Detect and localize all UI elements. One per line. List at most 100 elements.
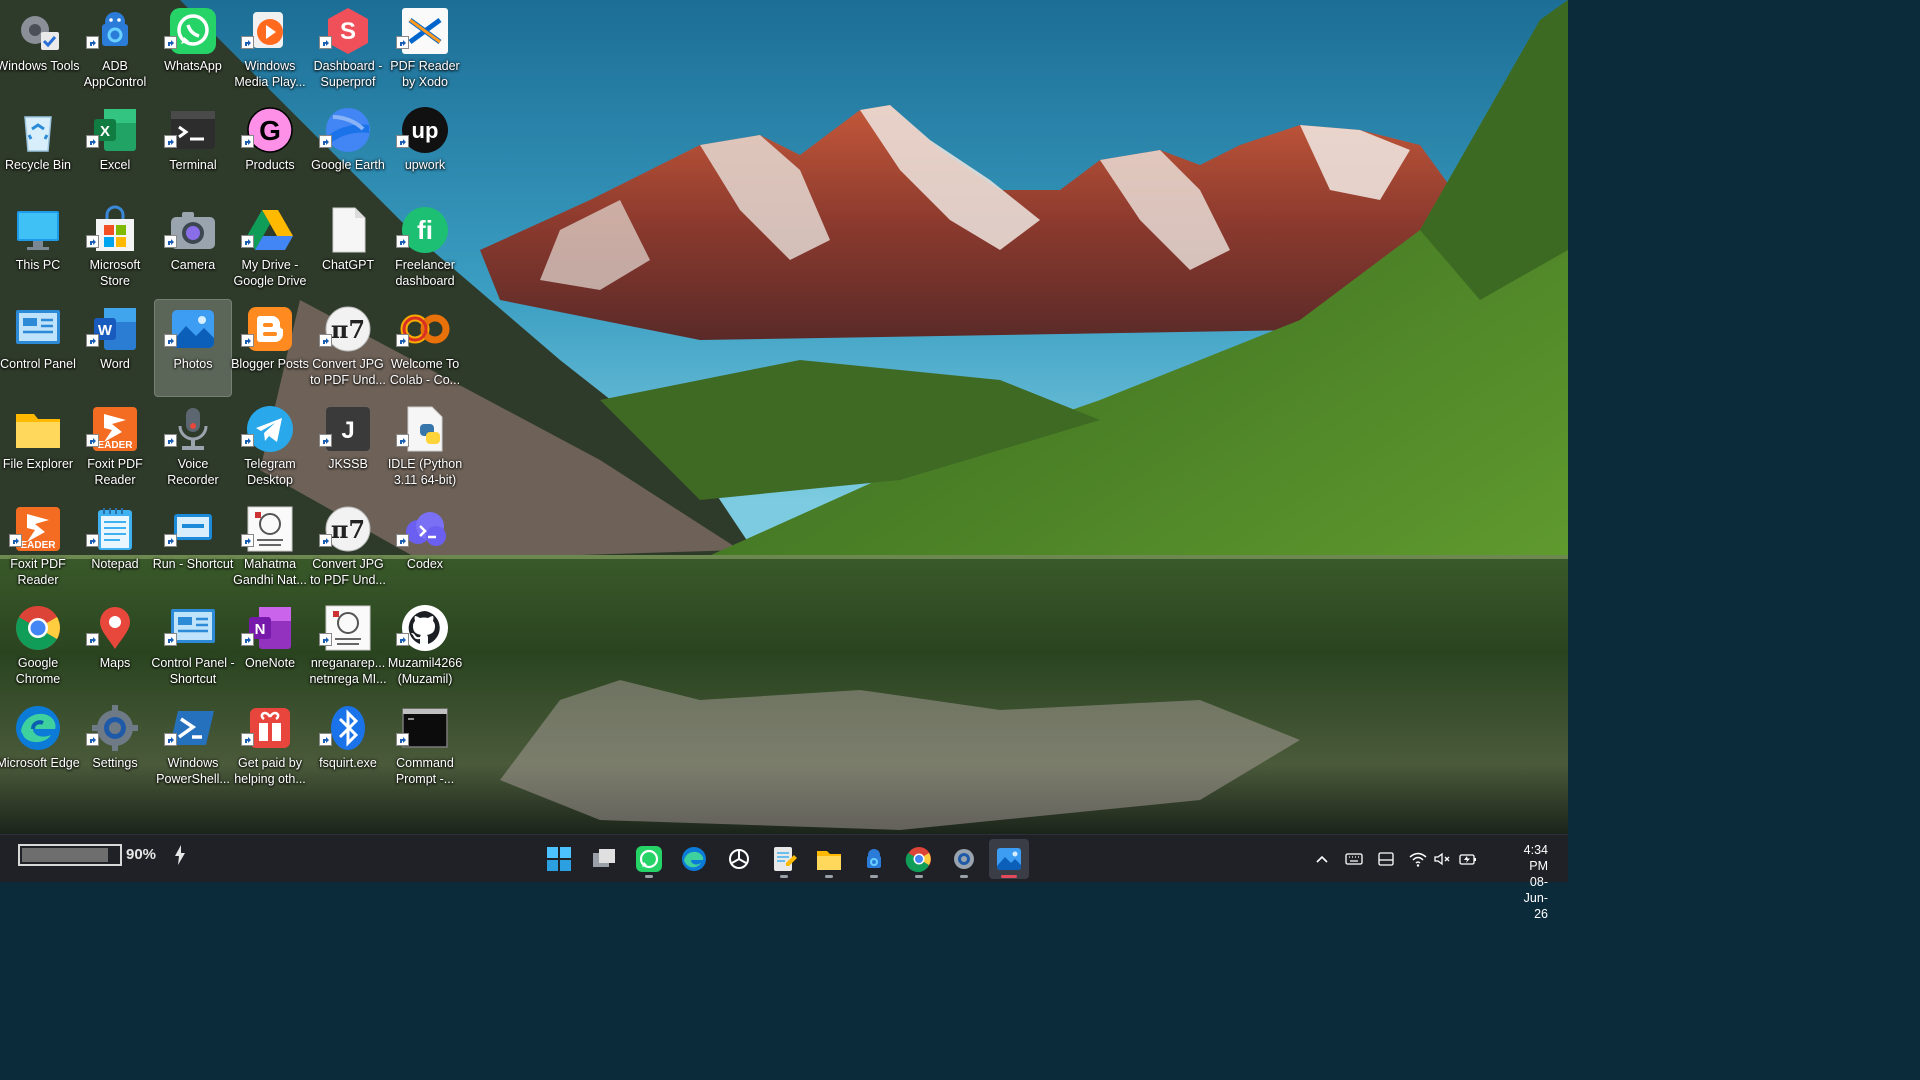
chatgpt-taskbar[interactable] <box>719 839 759 879</box>
shortcut-arrow-icon <box>164 235 177 248</box>
shortcut-arrow-icon <box>164 434 177 447</box>
chrome-taskbar[interactable] <box>899 839 939 879</box>
desktop-icon-excel[interactable]: X Excel <box>77 101 153 197</box>
clock-date: 08-Jun-26 <box>1523 875 1548 921</box>
desktop-icon-foxit-pdf-reader[interactable]: EADER Foxit PDF Reader <box>77 400 153 496</box>
desktop-icon-convert-jpg-to-pdf-und[interactable]: π7 Convert JPG to PDF Und... <box>310 300 386 396</box>
show-hidden-icons-chevron-icon[interactable] <box>1312 849 1332 869</box>
desktop-icon-label: Notepad <box>91 557 139 571</box>
desktop-icon-notepad[interactable]: Notepad <box>77 500 153 596</box>
desktop-icon-windows-tools[interactable]: Windows Tools <box>0 2 80 98</box>
file-explorer-taskbar[interactable] <box>809 839 849 879</box>
shortcut-arrow-icon <box>164 334 177 347</box>
battery-charging-icon[interactable] <box>1458 849 1478 869</box>
desktop-icon-whatsapp[interactable]: WhatsApp <box>155 2 231 98</box>
whatsapp-taskbar[interactable] <box>629 839 669 879</box>
desktop-icon-word[interactable]: W Word <box>77 300 153 396</box>
desktop-icon-label: Microsoft Edge <box>0 756 80 770</box>
desktop-icon-pdf-reader-by-xodo[interactable]: PDF Reader by Xodo <box>387 2 463 98</box>
desktop-icon-freelancer-dashboard[interactable]: fi Freelancer dashboard <box>387 201 463 297</box>
shortcut-arrow-icon <box>396 135 409 148</box>
desktop-icon-fsquirt-exe[interactable]: fsquirt.exe <box>310 699 386 795</box>
desktop-icon-codex[interactable]: Codex <box>387 500 463 596</box>
desktop-icon-label: Run - Shortcut <box>152 557 234 571</box>
desktop-icon-label: Mahatma Gandhi Nat... <box>233 557 307 587</box>
desktop-icon-foxit-pdf-reader[interactable]: EADER Foxit PDF Reader <box>0 500 76 596</box>
desktop-icon-voice-recorder[interactable]: Voice Recorder <box>155 400 231 496</box>
desktop-icon-muzamil4266-muzamil[interactable]: Muzamil4266 (Muzamil) <box>387 599 463 695</box>
desktop-icon-file-explorer[interactable]: File Explorer <box>0 400 76 496</box>
desktop-icon-adb-appcontrol[interactable]: ADB AppControl <box>77 2 153 98</box>
desktop-icon-recycle-bin[interactable]: Recycle Bin <box>0 101 76 197</box>
desktop-icon-label: Camera <box>170 258 216 272</box>
battery-percent: 90% <box>126 846 157 863</box>
desktop-icon-convert-jpg-to-pdf-und[interactable]: π7 Convert JPG to PDF Und... <box>310 500 386 596</box>
shortcut-arrow-icon <box>164 135 177 148</box>
shortcut-arrow-icon <box>164 534 177 547</box>
desktop-icon-upwork[interactable]: up upwork <box>387 101 463 197</box>
keyboard-icon[interactable] <box>1344 849 1364 869</box>
desktop-icon-maps[interactable]: Maps <box>77 599 153 695</box>
chrome-icon <box>905 847 931 873</box>
desktop-icon-label: Control Panel - Shortcut <box>151 656 235 686</box>
shortcut-arrow-icon <box>164 733 177 746</box>
svg-text:up: up <box>412 118 439 143</box>
desktop-icon-label: IDLE (Python 3.11 64-bit) <box>387 457 463 487</box>
desktop-icon-photos[interactable]: Photos <box>154 299 232 397</box>
shortcut-arrow-icon <box>86 633 99 646</box>
desktop-icon-onenote[interactable]: N OneNote <box>232 599 308 695</box>
desktop-icon-label: Dashboard - Superprof <box>313 59 383 89</box>
adb-taskbar[interactable] <box>854 839 894 879</box>
shortcut-arrow-icon <box>319 434 332 447</box>
shortcut-arrow-icon <box>241 36 254 49</box>
desktop-icon-label: Telegram Desktop <box>244 457 296 487</box>
desktop-icon-windows-media-play[interactable]: Windows Media Play... <box>232 2 308 98</box>
wifi-icon[interactable] <box>1408 849 1428 869</box>
desktop-icon-telegram-desktop[interactable]: Telegram Desktop <box>232 400 308 496</box>
desktop-icon-label: Windows Tools <box>0 59 80 73</box>
desktop-icon-settings[interactable]: Settings <box>77 699 153 795</box>
notepad-taskbar[interactable] <box>764 839 804 879</box>
desktop-icon-dashboard-superprof[interactable]: S Dashboard - Superprof <box>310 2 386 98</box>
desktop-icon-control-panel[interactable]: Control Panel <box>0 300 76 396</box>
shortcut-arrow-icon <box>319 334 332 347</box>
desktop-icon-label: Google Chrome <box>15 656 61 686</box>
desktop-icon-nreganarep-netnrega-mi[interactable]: nreganarep... netnrega MI... <box>309 599 387 695</box>
desktop-icon-label: Freelancer dashboard <box>395 258 455 288</box>
edge-icon <box>13 703 63 753</box>
shortcut-arrow-icon <box>164 36 177 49</box>
desktop-icon-control-panel-shortcut[interactable]: Control Panel - Shortcut <box>151 599 235 695</box>
photos-taskbar[interactable] <box>989 839 1029 879</box>
shortcut-arrow-icon <box>241 235 254 248</box>
volume-muted-icon[interactable] <box>1432 849 1452 869</box>
tablet-mode-icon[interactable] <box>1376 849 1396 869</box>
desktop-icon-terminal[interactable]: Terminal <box>155 101 231 197</box>
desktop-icon-idle-python-3-11-64-bit[interactable]: IDLE (Python 3.11 64-bit) <box>387 400 463 496</box>
desktop-icon-camera[interactable]: Camera <box>155 201 231 297</box>
desktop-icon-products[interactable]: G Products <box>232 101 308 197</box>
control-panel-icon <box>13 304 63 354</box>
settings-taskbar[interactable] <box>944 839 984 879</box>
start-button[interactable] <box>539 839 579 879</box>
desktop-icon-google-earth[interactable]: Google Earth <box>310 101 386 197</box>
desktop-icon-mahatma-gandhi-nat[interactable]: Mahatma Gandhi Nat... <box>232 500 308 596</box>
desktop-icon-windows-powershell[interactable]: Windows PowerShell... <box>155 699 231 795</box>
desktop-icon-google-chrome[interactable]: Google Chrome <box>0 599 76 695</box>
desktop-icon-command-prompt[interactable]: Command Prompt -... <box>387 699 463 795</box>
desktop-icon-microsoft-edge[interactable]: Microsoft Edge <box>0 699 80 795</box>
desktop-icon-run-shortcut[interactable]: Run - Shortcut <box>153 500 233 596</box>
desktop-icon-welcome-to-colab-co[interactable]: Welcome To Colab - Co... <box>387 300 463 396</box>
desktop-icon-chatgpt[interactable]: ChatGPT <box>310 201 386 297</box>
desktop-icon-get-paid-by-helping-oth[interactable]: Get paid by helping oth... <box>232 699 308 795</box>
edge-taskbar[interactable] <box>674 839 714 879</box>
desktop-icon-jkssb[interactable]: J JKSSB <box>310 400 386 496</box>
desktop-icon-microsoft-store[interactable]: Microsoft Store <box>77 201 153 297</box>
desktop-icon-blogger-posts[interactable]: Blogger Posts <box>231 300 309 396</box>
running-indicator <box>825 875 833 878</box>
shortcut-arrow-icon <box>319 733 332 746</box>
task-view-button[interactable] <box>584 839 624 879</box>
taskbar-clock[interactable]: 4:34 PM 08-Jun-26 <box>1524 842 1548 922</box>
desktop-icon-my-drive-google-drive[interactable]: My Drive - Google Drive <box>232 201 308 297</box>
desktop-icon-label: Recycle Bin <box>5 158 71 172</box>
desktop-icon-this-pc[interactable]: This PC <box>0 201 76 297</box>
